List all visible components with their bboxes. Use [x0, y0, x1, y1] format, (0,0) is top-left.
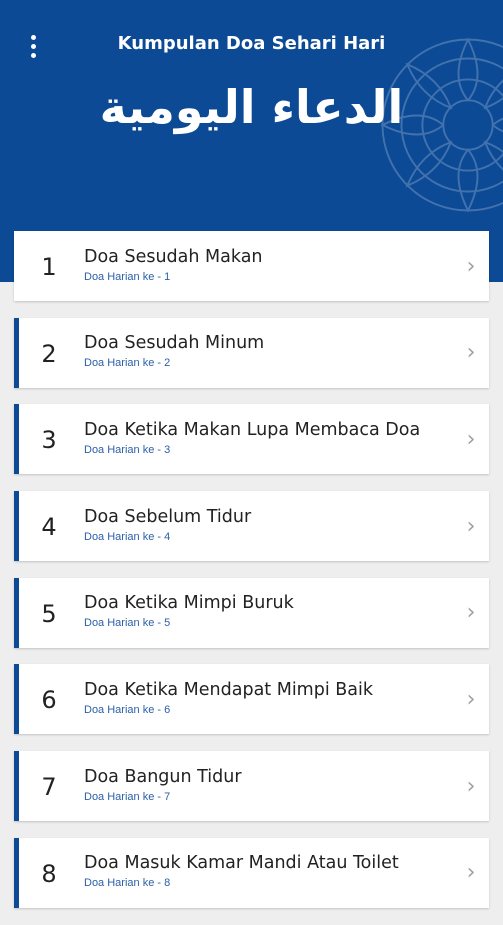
item-accent-bar [14, 751, 19, 821]
item-texts: Doa Ketika Makan Lupa Membaca Doa Doa Ha… [84, 419, 453, 456]
chevron-right-icon: › [453, 600, 489, 625]
item-number: 5 [14, 598, 84, 628]
item-title: Doa Sebelum Tidur [84, 506, 453, 528]
item-texts: Doa Masuk Kamar Mandi Atau Toilet Doa Ha… [84, 852, 453, 889]
item-accent-bar [14, 664, 19, 734]
item-number: 8 [14, 858, 84, 888]
item-subtitle: Doa Harian ke - 8 [84, 877, 453, 889]
list-item[interactable]: 2 Doa Sesudah Minum Doa Harian ke - 2 › [14, 318, 489, 388]
item-subtitle: Doa Harian ke - 2 [84, 357, 453, 369]
item-title: Doa Masuk Kamar Mandi Atau Toilet [84, 852, 453, 874]
chevron-right-icon: › [453, 687, 489, 712]
doa-list: 1 Doa Sesudah Makan Doa Harian ke - 1 › … [14, 231, 489, 925]
item-title: Doa Ketika Makan Lupa Membaca Doa [84, 419, 453, 441]
item-texts: Doa Ketika Mendapat Mimpi Baik Doa Haria… [84, 679, 453, 716]
list-item[interactable]: 7 Doa Bangun Tidur Doa Harian ke - 7 › [14, 751, 489, 821]
mandala-ornament-icon [373, 30, 503, 220]
item-subtitle: Doa Harian ke - 1 [84, 271, 453, 283]
chevron-right-icon: › [453, 340, 489, 365]
item-subtitle: Doa Harian ke - 5 [84, 617, 453, 629]
item-subtitle: Doa Harian ke - 3 [84, 444, 453, 456]
item-texts: Doa Sebelum Tidur Doa Harian ke - 4 [84, 506, 453, 543]
list-item[interactable]: 1 Doa Sesudah Makan Doa Harian ke - 1 › [14, 231, 489, 301]
item-accent-bar [14, 404, 19, 474]
item-accent-bar [14, 578, 19, 648]
item-texts: Doa Bangun Tidur Doa Harian ke - 7 [84, 766, 453, 803]
item-number: 1 [14, 251, 84, 281]
item-accent-bar [14, 318, 19, 388]
item-texts: Doa Sesudah Minum Doa Harian ke - 2 [84, 332, 453, 369]
item-title: Doa Sesudah Makan [84, 246, 453, 268]
chevron-right-icon: › [453, 254, 489, 279]
chevron-right-icon: › [453, 427, 489, 452]
item-title: Doa Ketika Mimpi Buruk [84, 592, 453, 614]
item-title: Doa Sesudah Minum [84, 332, 453, 354]
item-title: Doa Ketika Mendapat Mimpi Baik [84, 679, 453, 701]
item-subtitle: Doa Harian ke - 7 [84, 791, 453, 803]
item-accent-bar [14, 491, 19, 561]
item-number: 7 [14, 771, 84, 801]
list-item[interactable]: 6 Doa Ketika Mendapat Mimpi Baik Doa Har… [14, 664, 489, 734]
list-item[interactable]: 5 Doa Ketika Mimpi Buruk Doa Harian ke -… [14, 578, 489, 648]
chevron-right-icon: › [453, 860, 489, 885]
chevron-right-icon: › [453, 774, 489, 799]
item-number: 6 [14, 684, 84, 714]
item-accent-bar [14, 838, 19, 908]
item-number: 3 [14, 424, 84, 454]
item-subtitle: Doa Harian ke - 4 [84, 531, 453, 543]
item-number: 2 [14, 338, 84, 368]
item-texts: Doa Sesudah Makan Doa Harian ke - 1 [84, 246, 453, 283]
list-item[interactable]: 3 Doa Ketika Makan Lupa Membaca Doa Doa … [14, 404, 489, 474]
chevron-right-icon: › [453, 514, 489, 539]
list-item[interactable]: 8 Doa Masuk Kamar Mandi Atau Toilet Doa … [14, 838, 489, 908]
list-item[interactable]: 4 Doa Sebelum Tidur Doa Harian ke - 4 › [14, 491, 489, 561]
item-subtitle: Doa Harian ke - 6 [84, 704, 453, 716]
item-title: Doa Bangun Tidur [84, 766, 453, 788]
item-number: 4 [14, 511, 84, 541]
item-texts: Doa Ketika Mimpi Buruk Doa Harian ke - 5 [84, 592, 453, 629]
